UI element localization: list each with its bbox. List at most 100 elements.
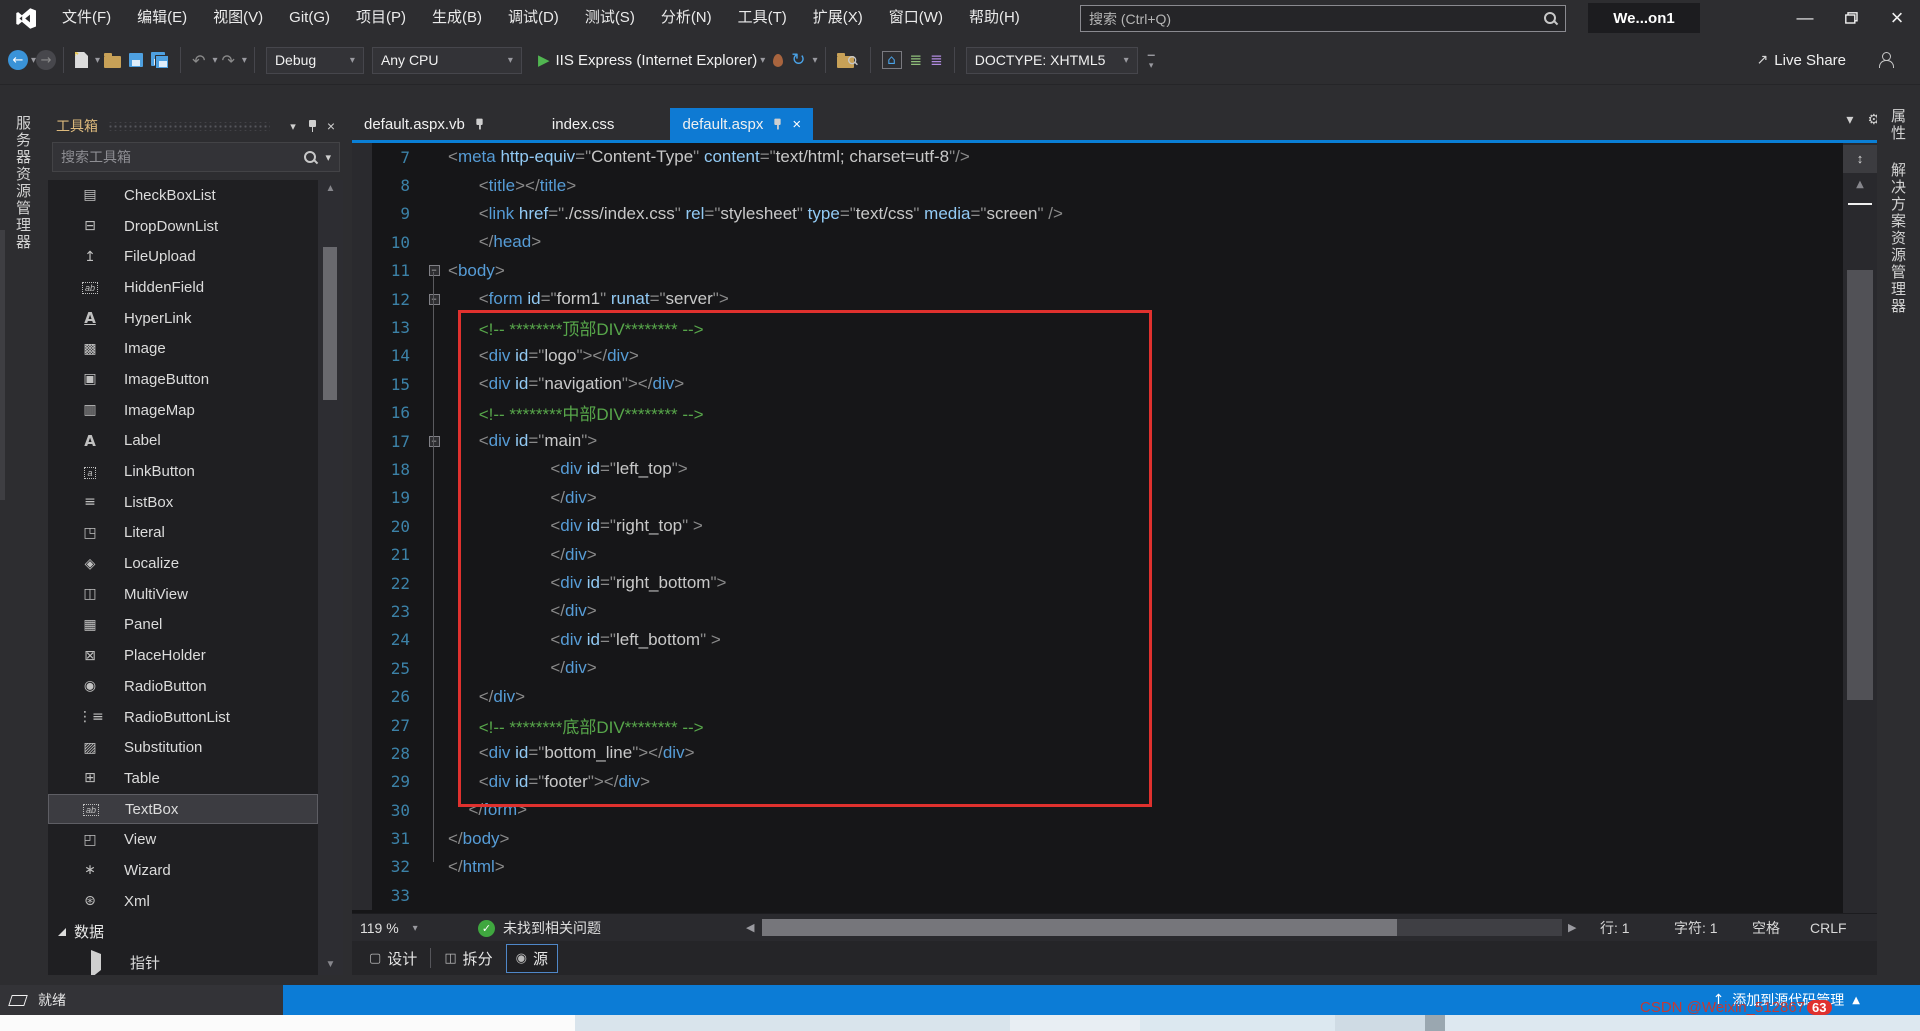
toolbox-search-input[interactable]: 搜索工具箱 ▾ [52, 142, 340, 172]
find-in-files-icon[interactable] [833, 45, 863, 75]
view-tab-source[interactable]: ◉源 [506, 944, 558, 973]
menu-item[interactable]: 文件(F) [49, 9, 124, 26]
breakpoint-margin[interactable] [352, 200, 372, 228]
collapse-region-icon[interactable]: − [429, 294, 440, 305]
expand-up-icon[interactable]: ▲ [1852, 995, 1860, 1006]
view-tab-design[interactable]: ▢设计 [360, 945, 426, 972]
toolbox-item[interactable]: ⊞Table [48, 763, 318, 794]
scrollbar-thumb[interactable] [1847, 270, 1873, 700]
spaces-indicator[interactable]: 空格 [1752, 914, 1780, 942]
menu-item[interactable]: 测试(S) [572, 9, 648, 26]
toolbox-item-list[interactable]: ▤CheckBoxList⊟DropDownList↥FileUploadabH… [48, 180, 318, 975]
breakpoint-margin[interactable] [352, 257, 372, 285]
doctype-select[interactable]: DOCTYPE: XHTML5▾ [966, 47, 1138, 74]
breakpoint-margin[interactable] [352, 512, 372, 540]
menu-item[interactable]: Git(G) [276, 9, 343, 26]
redo-icon[interactable]: ↷ [218, 45, 239, 75]
toolbox-item[interactable]: ◉RadioButton [48, 671, 318, 702]
toolbar-overflow-icon[interactable]: ▔▾ [1148, 52, 1155, 68]
breakpoint-margin[interactable] [352, 796, 372, 824]
new-project-icon[interactable] [71, 45, 92, 75]
fold-margin[interactable]: − [420, 436, 448, 447]
toolbox-item[interactable]: ⊟DropDownList [48, 211, 318, 242]
toolbox-item[interactable]: abHiddenField [48, 272, 318, 303]
breakpoint-margin[interactable] [352, 285, 372, 313]
breakpoint-margin[interactable] [352, 313, 372, 341]
pin-icon[interactable] [774, 118, 782, 130]
navigate-forward-icon[interactable]: → [36, 50, 56, 70]
nav-bar-icon-2[interactable]: ≣ [926, 45, 947, 75]
close-button[interactable]: × [1874, 0, 1920, 36]
zoom-select[interactable]: 119 % ▾ [360, 914, 418, 942]
view-tab-split[interactable]: ◫拆分 [435, 945, 501, 972]
toolbox-item[interactable]: ◳Literal [48, 518, 318, 549]
toolbox-item[interactable]: ▤CheckBoxList [48, 180, 318, 211]
scroll-up-icon[interactable]: ▲ [318, 180, 343, 198]
save-all-icon[interactable] [147, 45, 173, 75]
close-tab-icon[interactable]: × [792, 116, 801, 133]
breakpoint-margin[interactable] [352, 824, 372, 852]
toolbox-item[interactable]: ALabel [48, 426, 318, 457]
navigate-back-icon[interactable]: ← [8, 50, 28, 70]
breakpoint-margin[interactable] [352, 342, 372, 370]
breakpoint-margin[interactable] [352, 739, 372, 767]
breakpoint-margin[interactable] [352, 654, 372, 682]
hot-reload-icon[interactable] [769, 45, 787, 75]
menu-item[interactable]: 扩展(X) [800, 9, 876, 26]
toolbox-item[interactable]: ≡ListBox [48, 487, 318, 518]
menu-item[interactable]: 视图(V) [200, 9, 276, 26]
toolbox-item[interactable]: ∗Wizard [48, 855, 318, 886]
breakpoint-margin[interactable] [352, 853, 372, 881]
quick-search-input[interactable]: 搜索 (Ctrl+Q) [1080, 5, 1566, 32]
menu-item[interactable]: 项目(P) [343, 9, 419, 26]
split-window-handle[interactable]: ↕ [1843, 145, 1877, 173]
scroll-up-icon[interactable]: ▲ [1843, 179, 1877, 195]
scrollbar-thumb[interactable] [323, 247, 337, 400]
breakpoint-margin[interactable] [352, 484, 372, 512]
toolbox-item[interactable]: ◰View [48, 824, 318, 855]
collapse-region-icon[interactable]: − [429, 436, 440, 447]
menu-item[interactable]: 生成(B) [419, 9, 495, 26]
horizontal-scrollbar[interactable] [762, 919, 1562, 936]
toolbox-item[interactable]: aLinkButton [48, 456, 318, 487]
solution-platform-select[interactable]: Any CPU▾ [372, 47, 522, 74]
toolbox-header[interactable]: 工具箱 ▾ × [48, 112, 343, 140]
feedback-person-icon[interactable] [1874, 45, 1898, 75]
document-health-indicator[interactable]: ✓ 未找到相关问题 [478, 914, 601, 942]
toolbox-item[interactable]: ▥ImageMap [48, 395, 318, 426]
menu-item[interactable]: 编辑(E) [124, 9, 200, 26]
menu-item[interactable]: 帮助(H) [956, 9, 1033, 26]
nav-bar-icon-1[interactable]: ≣ [906, 45, 927, 75]
breakpoint-margin[interactable] [352, 455, 372, 483]
menu-item[interactable]: 分析(N) [648, 9, 725, 26]
breakpoint-margin[interactable] [352, 399, 372, 427]
toolbox-item[interactable]: ▣ImageButton [48, 364, 318, 395]
toolbox-scrollbar[interactable]: ▲ [318, 180, 343, 975]
breakpoint-margin[interactable] [352, 370, 372, 398]
search-options-icon[interactable]: ▾ [325, 151, 331, 164]
solution-explorer-tab[interactable]: 解决方案资源管理器 [1887, 162, 1908, 315]
toolbox-item[interactable]: ◈Localize [48, 548, 318, 579]
start-debug-button[interactable]: ▶ IIS Express (Internet Explorer) ▾ [534, 45, 769, 75]
breakpoint-margin[interactable] [352, 228, 372, 256]
scroll-left-icon[interactable]: ◀ [746, 921, 754, 934]
toolbox-item[interactable]: ▨Substitution [48, 732, 318, 763]
toolbox-item[interactable]: ▦Panel [48, 610, 318, 641]
breakpoint-margin[interactable] [352, 597, 372, 625]
breakpoint-margin[interactable] [352, 626, 372, 654]
tab-list-chevron-icon[interactable]: ▾ [1846, 112, 1853, 128]
properties-tab[interactable]: 属性 [1887, 108, 1908, 142]
line-ending-indicator[interactable]: CRLF [1810, 914, 1847, 942]
toolbox-item[interactable]: ⊛Xml [48, 886, 318, 917]
toolbox-item[interactable]: ⊠PlaceHolder [48, 640, 318, 671]
refresh-dropdown-icon[interactable]: ▾ [813, 55, 818, 66]
editor-vertical-scrollbar[interactable]: ↕ ▲ [1843, 143, 1877, 913]
toolbox-item[interactable]: ▩Image [48, 333, 318, 364]
toolbox-item[interactable]: ⋮≡RadioButtonList [48, 702, 318, 733]
minimize-button[interactable]: — [1782, 0, 1828, 36]
undo-icon[interactable]: ↶ [188, 45, 209, 75]
breakpoint-margin[interactable] [352, 143, 372, 171]
restore-button[interactable] [1828, 0, 1874, 36]
solution-config-select[interactable]: Debug▾ [266, 47, 364, 74]
toolbox-item[interactable]: ↥FileUpload [48, 241, 318, 272]
